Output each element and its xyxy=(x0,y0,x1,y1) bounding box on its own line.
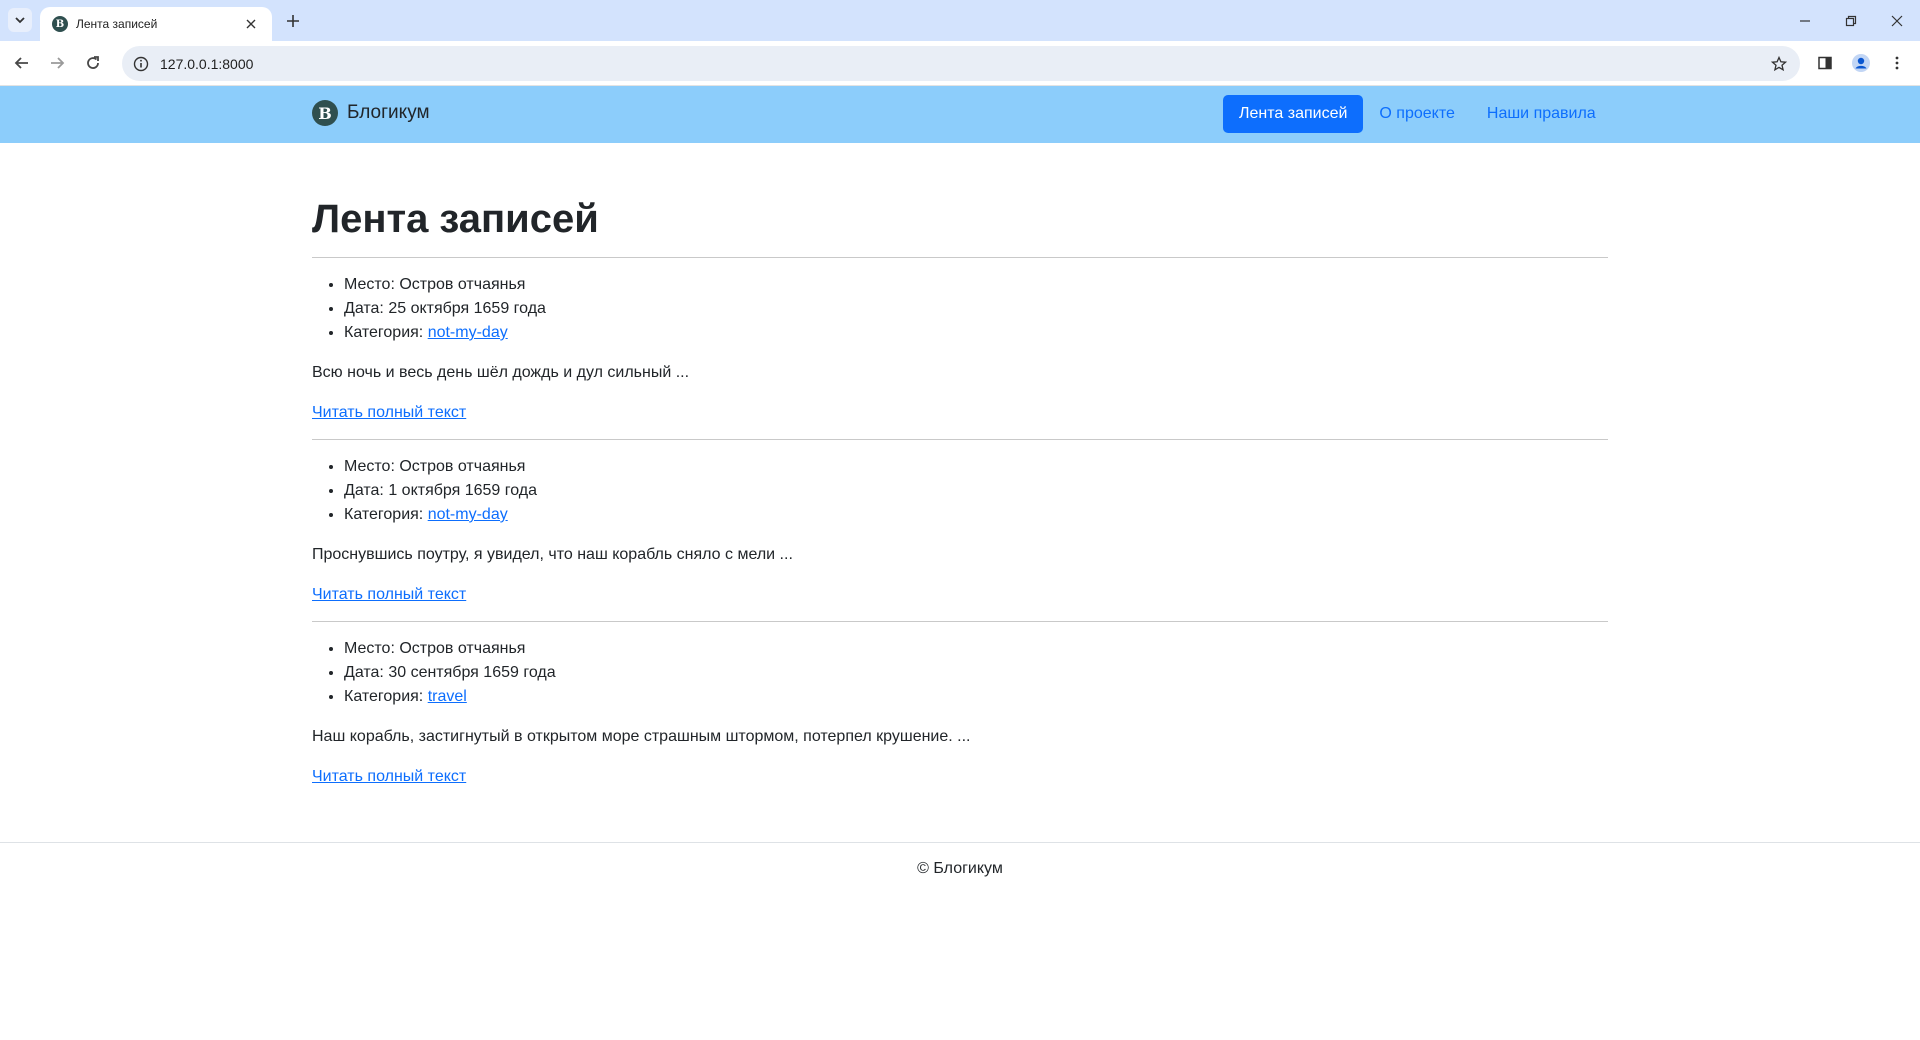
category-link[interactable]: not-my-day xyxy=(428,324,508,341)
category-link[interactable]: travel xyxy=(428,688,467,705)
bookmark-star-icon[interactable] xyxy=(1764,49,1794,79)
nav-link-feed[interactable]: Лента записей xyxy=(1223,95,1364,133)
main-content: Лента записей Место: Остров отчаянья Дат… xyxy=(312,143,1608,789)
minimize-icon[interactable] xyxy=(1782,0,1828,41)
brand-link[interactable]: B Блогикум xyxy=(312,100,430,126)
nav-link-rules[interactable]: Наши правила xyxy=(1471,95,1612,133)
site-navbar: B Блогикум Лента записей О проекте Наши … xyxy=(0,86,1920,143)
post-place: Место: Остров отчаянья xyxy=(344,273,1608,297)
post-card: Место: Остров отчаянья Дата: 30 сентября… xyxy=(312,622,1608,789)
brand-name: Блогикум xyxy=(347,102,430,123)
close-window-icon[interactable] xyxy=(1874,0,1920,41)
read-more-link[interactable]: Читать полный текст xyxy=(312,401,466,425)
browser-tabstrip: B Лента записей xyxy=(0,0,1920,41)
post-category: Категория: not-my-day xyxy=(344,321,1608,345)
brand-logo-icon: B xyxy=(312,100,338,126)
post-meta-list: Место: Остров отчаянья Дата: 30 сентября… xyxy=(312,637,1608,709)
tab-search-button[interactable] xyxy=(8,8,32,32)
chevron-down-icon xyxy=(15,17,25,24)
address-bar[interactable]: 127.0.0.1:8000 xyxy=(122,46,1800,81)
post-excerpt: Наш корабль, застигнутый в открытом море… xyxy=(312,728,971,745)
browser-tab-active[interactable]: B Лента записей xyxy=(40,7,272,41)
footer-copyright: © Блогикум xyxy=(917,860,1003,877)
post-excerpt: Всю ночь и весь день шёл дождь и дул сил… xyxy=(312,364,690,381)
address-url[interactable]: 127.0.0.1:8000 xyxy=(160,56,1764,72)
forward-arrow-icon[interactable] xyxy=(42,48,72,78)
browser-menu-icon[interactable] xyxy=(1882,48,1912,78)
side-panel-icon[interactable] xyxy=(1810,48,1840,78)
profile-avatar-icon[interactable] xyxy=(1846,48,1876,78)
post-card: Место: Остров отчаянья Дата: 25 октября … xyxy=(312,258,1608,440)
nav-link-about[interactable]: О проекте xyxy=(1363,95,1470,133)
reload-icon[interactable] xyxy=(78,48,108,78)
restore-icon[interactable] xyxy=(1828,0,1874,41)
post-date: Дата: 1 октября 1659 года xyxy=(344,479,1608,503)
main-nav: Лента записей О проекте Наши правила xyxy=(1223,95,1612,133)
page-title: Лента записей xyxy=(312,197,599,241)
post-place: Место: Остров отчаянья xyxy=(344,455,1608,479)
read-more-link[interactable]: Читать полный текст xyxy=(312,765,466,789)
post-date: Дата: 25 октября 1659 года xyxy=(344,297,1608,321)
back-arrow-icon[interactable] xyxy=(7,48,37,78)
post-card: Место: Остров отчаянья Дата: 1 октября 1… xyxy=(312,440,1608,622)
post-category: Категория: travel xyxy=(344,685,1608,709)
site-info-icon[interactable] xyxy=(126,49,156,79)
browser-toolbar: 127.0.0.1:8000 xyxy=(0,41,1920,86)
site-footer: © Блогикум xyxy=(0,842,1920,878)
read-more-link[interactable]: Читать полный текст xyxy=(312,583,466,607)
post-place: Место: Остров отчаянья xyxy=(344,637,1608,661)
category-link[interactable]: not-my-day xyxy=(428,506,508,523)
tab-title: Лента записей xyxy=(76,17,158,31)
post-category: Категория: not-my-day xyxy=(344,503,1608,527)
post-meta-list: Место: Остров отчаянья Дата: 1 октября 1… xyxy=(312,455,1608,527)
site-favicon-icon: B xyxy=(52,16,68,32)
new-tab-plus-icon[interactable] xyxy=(281,9,305,33)
post-date: Дата: 30 сентября 1659 года xyxy=(344,661,1608,685)
post-meta-list: Место: Остров отчаянья Дата: 25 октября … xyxy=(312,273,1608,345)
close-tab-icon[interactable] xyxy=(242,15,260,33)
post-excerpt: Проснувшись поутру, я увидел, что наш ко… xyxy=(312,546,793,563)
